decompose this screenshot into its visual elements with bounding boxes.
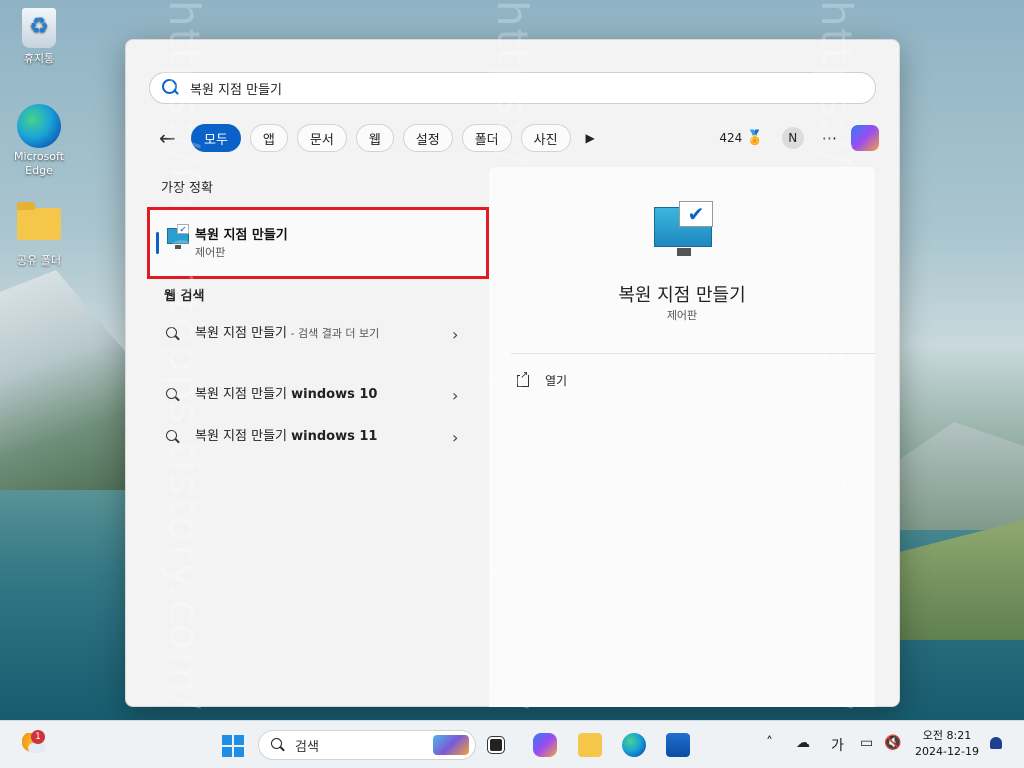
task-view-icon[interactable] <box>487 736 505 754</box>
avatar[interactable]: N <box>781 127 804 149</box>
web-result-main: 복원 지점 만들기 <box>195 326 287 341</box>
store-icon[interactable] <box>666 733 690 757</box>
search-icon <box>162 79 180 97</box>
volume-mute-icon[interactable]: 🔇 <box>884 735 901 751</box>
cloud-offline-icon[interactable]: ☁ <box>796 735 810 751</box>
windows-logo-tile <box>234 735 244 745</box>
desktop-icon-label: 휴지통 <box>23 52 55 65</box>
filter-settings[interactable]: 설정 <box>402 124 453 152</box>
taskbar-search-label: 검색 <box>295 739 319 755</box>
web-result-main: 복원 지점 만들기 <box>195 429 292 444</box>
search-highlight-icon <box>433 735 469 755</box>
web-result-text: 복원 지점 만들기 windows 11 <box>195 428 435 446</box>
notification-badge: 1 <box>31 730 45 744</box>
ime-indicator[interactable]: 가 <box>831 735 844 755</box>
filter-documents[interactable]: 문서 <box>296 124 347 152</box>
search-input[interactable] <box>190 80 840 96</box>
rewards-points[interactable]: 424 <box>719 131 742 145</box>
filter-folders[interactable]: 폴더 <box>461 124 512 152</box>
web-result-bold: windows 11 <box>291 429 378 444</box>
web-result-bold: windows 10 <box>291 387 378 402</box>
filter-right-tools: 424 🏅 N ··· <box>719 123 879 153</box>
search-icon <box>166 327 180 341</box>
file-explorer-icon[interactable] <box>578 733 602 757</box>
preview-title: 복원 지점 만들기 <box>618 285 746 306</box>
windows-logo-tile <box>222 735 232 745</box>
taskbar-search[interactable]: 검색 <box>258 730 476 760</box>
best-match-result[interactable]: ✔ 복원 지점 만들기 제어판 <box>147 207 489 279</box>
clock-date: 2024-12-19 <box>915 745 979 758</box>
open-external-icon <box>517 369 529 387</box>
desktop-icon-label: Microsoft Edge <box>13 150 65 177</box>
open-action-label: 열기 <box>545 374 568 388</box>
filter-apps[interactable]: 앱 <box>249 124 288 152</box>
clock-time: 오전 8:21 <box>922 729 972 742</box>
search-icon <box>271 738 285 752</box>
search-icon <box>166 388 180 402</box>
web-result-main: 복원 지점 만들기 <box>195 387 292 402</box>
web-result-suffix: - 검색 결과 더 보기 <box>287 327 380 340</box>
edge-icon[interactable] <box>622 733 646 757</box>
desktop-icon-label: 공유 폴더 <box>17 254 61 267</box>
recycle-bin-icon <box>22 8 56 48</box>
search-icon <box>166 430 180 444</box>
chevron-up-icon[interactable]: ˄ <box>766 735 773 751</box>
chevron-right-icon: › <box>452 386 459 405</box>
best-match-subtitle: 제어판 <box>195 246 226 259</box>
web-search-header: 웹 검색 <box>164 289 205 304</box>
filter-web[interactable]: 웹 <box>355 124 394 152</box>
back-arrow-icon[interactable]: ← <box>159 126 191 150</box>
desktop-icon-edge[interactable]: Microsoft Edge <box>4 104 74 178</box>
copilot-icon[interactable] <box>533 733 557 757</box>
divider <box>511 353 875 354</box>
best-match-header: 가장 정확 <box>161 181 213 196</box>
checkmark-icon: ✔ <box>679 201 713 227</box>
preview-pane: ✔ 복원 지점 만들기 제어판 열기 <box>489 167 875 707</box>
notification-bell-icon[interactable] <box>990 737 1002 749</box>
web-result-text: 복원 지점 만들기 windows 10 <box>195 386 435 404</box>
network-icon[interactable]: ▭ <box>860 735 873 751</box>
more-options-icon[interactable]: ··· <box>822 129 837 148</box>
windows-logo-tile <box>234 747 244 757</box>
filter-photos[interactable]: 사진 <box>520 124 571 152</box>
filter-all[interactable]: 모두 <box>191 124 241 152</box>
open-action[interactable]: 열기 <box>517 369 568 389</box>
copilot-icon[interactable] <box>851 125 879 151</box>
windows-logo-tile <box>222 747 232 757</box>
taskbar: 1 검색 ˄ ☁ 가 ▭ 🔇 오전 8:21 2024-12-19 <box>0 720 1024 768</box>
filter-row: ← 모두 앱 문서 웹 설정 폴더 사진 ▶ 424 🏅 N ··· <box>159 123 879 153</box>
wallpaper-mountain-right <box>884 422 1024 530</box>
search-box[interactable] <box>149 72 876 104</box>
checkmark-icon: ✔ <box>177 224 189 234</box>
edge-icon <box>17 104 61 148</box>
start-button[interactable] <box>222 735 244 757</box>
medal-icon[interactable]: 🏅 <box>746 130 763 146</box>
system-clock[interactable]: 오전 8:21 2024-12-19 <box>912 728 982 760</box>
selection-accent <box>156 232 159 254</box>
web-result-text: 복원 지점 만들기 - 검색 결과 더 보기 <box>195 325 435 343</box>
chevron-right-icon: › <box>452 325 459 344</box>
best-match-title: 복원 지점 만들기 <box>195 228 288 243</box>
play-icon[interactable]: ▶ <box>586 131 595 145</box>
preview-subtitle: 제어판 <box>666 309 698 322</box>
desktop-icon-recycle-bin[interactable]: 휴지통 <box>4 8 74 66</box>
folder-icon <box>17 202 61 240</box>
chevron-right-icon: › <box>452 428 459 447</box>
wallpaper-mountain-left <box>0 270 140 490</box>
search-window: ← 모두 앱 문서 웹 설정 폴더 사진 ▶ 424 🏅 N ··· 가장 정확… <box>125 39 900 707</box>
desktop-icon-shared-folder[interactable]: 공유 폴더 <box>4 200 74 268</box>
